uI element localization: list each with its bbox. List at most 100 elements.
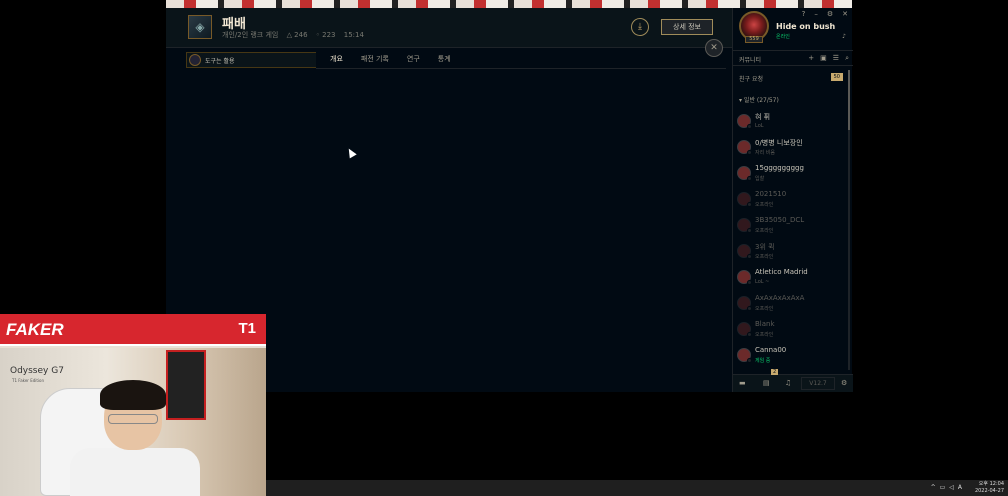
status-dot [747, 124, 752, 129]
friend-status: 오프라인 [755, 202, 774, 208]
status-dot [747, 306, 752, 311]
clock-date: 2022-04-27 [974, 488, 1004, 494]
user-pill-label: 도구는 활용 [205, 57, 235, 65]
friend-requests-label: 친구 요청 [739, 76, 763, 83]
friend-group-header[interactable]: ▾ 일반 (27/57) [739, 95, 779, 104]
friend-name: 혀 퓌 [755, 113, 771, 121]
ime-icon[interactable]: A [958, 484, 962, 491]
tab-overview[interactable]: 개요 [330, 54, 343, 64]
friend-status: LoL [755, 123, 764, 129]
taskbar-clock[interactable]: 오후 12:04 2022-04-27 [975, 481, 1004, 495]
friend-item[interactable]: 0/병병 니보장인자리 비움 [733, 136, 849, 162]
monitor-label: Odyssey G7 [10, 366, 64, 376]
friend-name: Canna00 [755, 346, 787, 354]
friend-item[interactable]: 2021510 오프라인 [733, 188, 849, 214]
status-dot [747, 150, 752, 155]
nav-divider [316, 68, 726, 69]
friend-item[interactable]: AxAxAxAxAxA 오프라인 [733, 292, 849, 318]
social-toolbar: 커뮤니티 + ▣ ☰ ⌕ [733, 50, 853, 66]
person-hair [100, 380, 166, 410]
postgame-subnav: 도구는 활용 개요 패전 기록 연구 통계 [166, 48, 732, 70]
match-subline: 개인/2인 랭크 게임 △ 246 ◦ 223 15:14 [222, 30, 370, 40]
folder-icon[interactable]: ▣ [820, 54, 827, 63]
tab-stats[interactable]: 통계 [438, 54, 451, 64]
network-icon[interactable]: ▭ [940, 484, 946, 491]
friend-status: 오프라인 [755, 228, 774, 234]
close-window-icon[interactable]: ✕ [842, 10, 848, 18]
chat-icon[interactable]: ▬ [739, 379, 746, 387]
monitor-sub-label: T1 Faker Edition [12, 378, 45, 383]
detail-info-button[interactable]: 상세 정보 [661, 19, 713, 35]
friend-item[interactable]: 혀 퓌 LoL [733, 110, 849, 136]
friend-item[interactable]: Blank 오프라인 [733, 318, 849, 344]
friend-name: 15ggggggggg [755, 164, 804, 172]
group-label: 일반 (27/57) [743, 97, 779, 104]
summoner-icon [189, 54, 201, 66]
friend-requests-row[interactable]: 친구 요청 50 [733, 72, 853, 84]
status-dot [747, 358, 752, 363]
friend-name: 3위 퀵 [755, 243, 775, 251]
gear-icon[interactable]: ⚙ [841, 379, 847, 387]
profile-status[interactable]: 온라인 [776, 33, 790, 40]
clock-time: 오후 12:04 [978, 481, 1004, 487]
game-mode: 개인/2인 랭크 게임 [222, 31, 279, 39]
webcam-overlay: FAKER T1 Odyssey G7 T1 Faker Edition [0, 314, 266, 496]
tray-chevron-icon[interactable]: ^ [931, 484, 936, 491]
status-dot [747, 254, 752, 259]
community-label: 커뮤니티 [739, 57, 762, 64]
social-bottom-bar: ▬ ▤ 2 ♫ V12.7 ⚙ [733, 369, 853, 392]
user-pill[interactable]: 도구는 활용 [186, 52, 316, 68]
friends-list: 혀 퓌 LoL 0/병병 니보장인자리 비움 15ggggggggg 입찰 2021… [733, 110, 849, 370]
add-friend-icon[interactable]: + [808, 54, 814, 63]
tab-history[interactable]: 패전 기록 [361, 54, 389, 64]
friend-status: 오프라인 [755, 332, 774, 338]
friend-name: Atletico Madrid [755, 268, 808, 276]
window-controls: ? – ⚙ ✕ [793, 10, 848, 18]
friend-name: Blank [755, 320, 775, 328]
friend-item[interactable]: Atletico Madrid LoL ~ [733, 266, 849, 292]
download-icon[interactable]: ⤓ [631, 18, 649, 36]
friend-name: AxAxAxAxAxA [755, 294, 805, 302]
streamer-name: FAKER [6, 320, 64, 339]
voice-icon[interactable]: ♫ [785, 379, 791, 387]
search-icon[interactable]: ⌕ [845, 54, 849, 63]
status-dot [747, 228, 752, 233]
friend-item[interactable]: 3B35050_DCL 오프라인 [733, 214, 849, 240]
postgame-header: ◈ 패배 개인/2인 랭크 게임 △ 246 ◦ 223 15:14 ⤓ 상세 … [166, 8, 732, 48]
minimize-icon[interactable]: – [814, 10, 818, 18]
volume-icon[interactable]: ◁ [949, 484, 954, 491]
league-client-window: ◈ 패배 개인/2인 랭크 게임 △ 246 ◦ 223 15:14 ⤓ 상세 … [166, 8, 853, 392]
windows-taskbar: ^ ▭ ◁ A 오후 12:04 2022-04-27 [266, 480, 1008, 496]
gold-stat: ◦ 223 [315, 31, 336, 39]
banner-strip [166, 0, 852, 8]
mission-icon[interactable]: ▤ [763, 379, 770, 387]
status-dot [747, 280, 752, 285]
help-icon[interactable]: ? [802, 10, 806, 18]
status-dot [747, 202, 752, 207]
team-logo: T1 [238, 320, 256, 337]
list-icon[interactable]: ☰ [833, 54, 839, 63]
tab-research[interactable]: 연구 [407, 54, 420, 64]
notification-bell-icon[interactable]: ♪ [842, 33, 846, 40]
friend-name: 0/병병 니보장인 [755, 139, 803, 147]
mouse-cursor-icon [345, 146, 357, 159]
system-tray: ^ ▭ ◁ A [927, 484, 962, 491]
champion-icon: ◈ [188, 15, 212, 39]
friend-name: 2021510 [755, 190, 787, 198]
friend-status: 게임 중 [755, 358, 771, 364]
settings-icon[interactable]: ⚙ [827, 10, 833, 18]
friend-item[interactable]: 15ggggggggg 입찰 [733, 162, 849, 188]
friend-item[interactable]: Canna00 게임 중 [733, 344, 849, 370]
game-time: 15:14 [343, 31, 364, 39]
friend-item[interactable]: 3위 퀵오프라인 [733, 240, 849, 266]
postgame-tabs: 개요 패전 기록 연구 통계 [330, 54, 469, 64]
friend-name: 3B35050_DCL [755, 216, 805, 224]
jersey [166, 350, 206, 420]
social-toolbar-icons: + ▣ ☰ ⌕ [802, 54, 849, 63]
person-body [70, 448, 200, 496]
friend-status: 입찰 [755, 176, 765, 182]
friend-status: 오프라인 [755, 254, 774, 260]
friend-status: LoL ~ [755, 279, 770, 285]
version-label: V12.7 [801, 377, 835, 390]
friend-status: 자리 비움 [755, 150, 775, 156]
